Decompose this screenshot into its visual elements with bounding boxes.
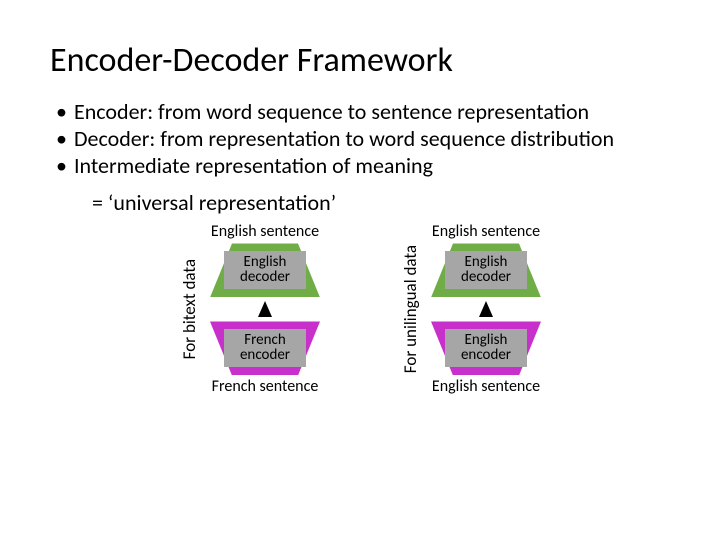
encoder-label: Frenchencoder [224,329,306,367]
panel-stack: English sentence Englishdecoder Englishe… [431,222,541,396]
bullet-text: Decoder: from representation to word seq… [74,126,670,153]
bullet-item: • Decoder: from representation to word s… [56,126,670,153]
decoder-label: Englishdecoder [445,251,527,289]
slide: Encoder-Decoder Framework • Encoder: fro… [0,0,720,416]
bullet-dot: • [56,99,74,126]
panel-bitext: For bitext data English sentence English… [179,222,320,396]
decoder-label: Englishdecoder [224,251,306,289]
bullet-dot: • [56,153,74,180]
arrow-up-icon [258,301,272,317]
bullet-item: • Intermediate representation of meaning [56,153,670,180]
encoder-block: Frenchencoder [210,325,320,371]
top-caption: English sentence [432,222,540,241]
bullet-text: Encoder: from word sequence to sentence … [74,99,670,126]
arrow-up-icon [479,301,493,317]
bullet-list: • Encoder: from word sequence to sentenc… [56,99,670,179]
bullet-dot: • [56,126,74,153]
bottom-caption: English sentence [432,377,540,396]
bottom-caption: French sentence [212,377,319,396]
panel-unilingual: For unilingual data English sentence Eng… [400,222,541,396]
panel-stack: English sentence Englishdecoder Frenchen… [210,222,320,396]
bullet-text: Intermediate representation of meaning [74,153,670,180]
panel-side-label: For unilingual data [400,245,421,373]
decoder-block: Englishdecoder [431,247,541,293]
panel-side-label: For bitext data [179,259,200,359]
encoder-block: Englishencoder [431,325,541,371]
encoder-label: Englishencoder [445,329,527,367]
decoder-block: Englishdecoder [210,247,320,293]
bullet-item: • Encoder: from word sequence to sentenc… [56,99,670,126]
sub-bullet: = ‘universal representation’ [92,189,670,216]
top-caption: English sentence [211,222,319,241]
diagram-row: For bitext data English sentence English… [50,222,670,396]
slide-title: Encoder-Decoder Framework [50,40,670,81]
